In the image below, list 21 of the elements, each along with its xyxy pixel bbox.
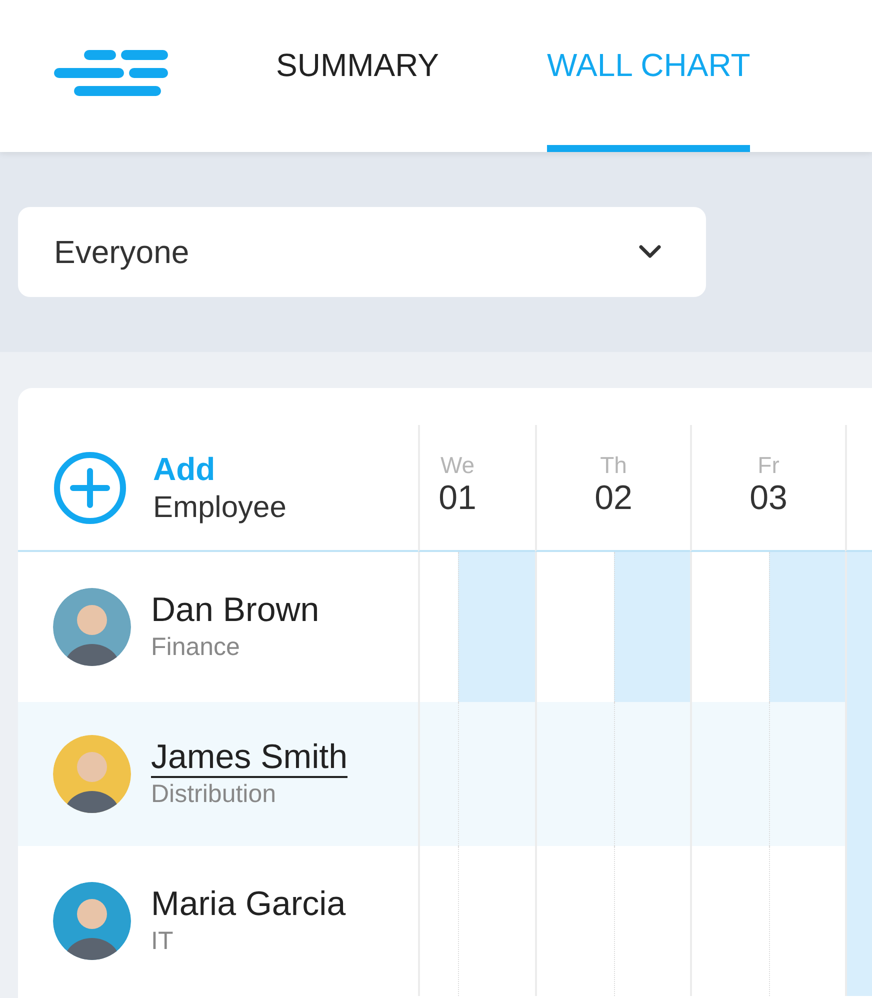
filter-dropdown[interactable]: Everyone [18,207,706,297]
chevron-down-icon [638,244,662,260]
date-label: 03 [750,478,788,520]
dropdown-value: Everyone [54,233,190,272]
employee-name[interactable]: Maria Garcia [151,884,346,926]
department-label: Finance [151,632,241,664]
weekday-label: Fr [758,453,780,478]
booked-slot[interactable] [458,552,535,702]
plus-circle-icon [53,450,127,524]
nav-tab[interactable]: SUMMARY [276,41,439,152]
department-label: IT [151,926,174,958]
weekday-label: We [440,453,475,478]
booked-slot[interactable] [614,552,690,702]
date-label: 01 [438,478,476,520]
employee-name[interactable]: James Smith [151,737,348,778]
department-label: Distribution [151,779,278,810]
employee-name[interactable]: Dan Brown [151,590,320,632]
add-employee-button[interactable]: Add Employee [53,448,286,526]
weekday-label: Th [600,453,627,478]
date-label: 02 [594,478,632,520]
booked-slot[interactable] [769,552,845,702]
